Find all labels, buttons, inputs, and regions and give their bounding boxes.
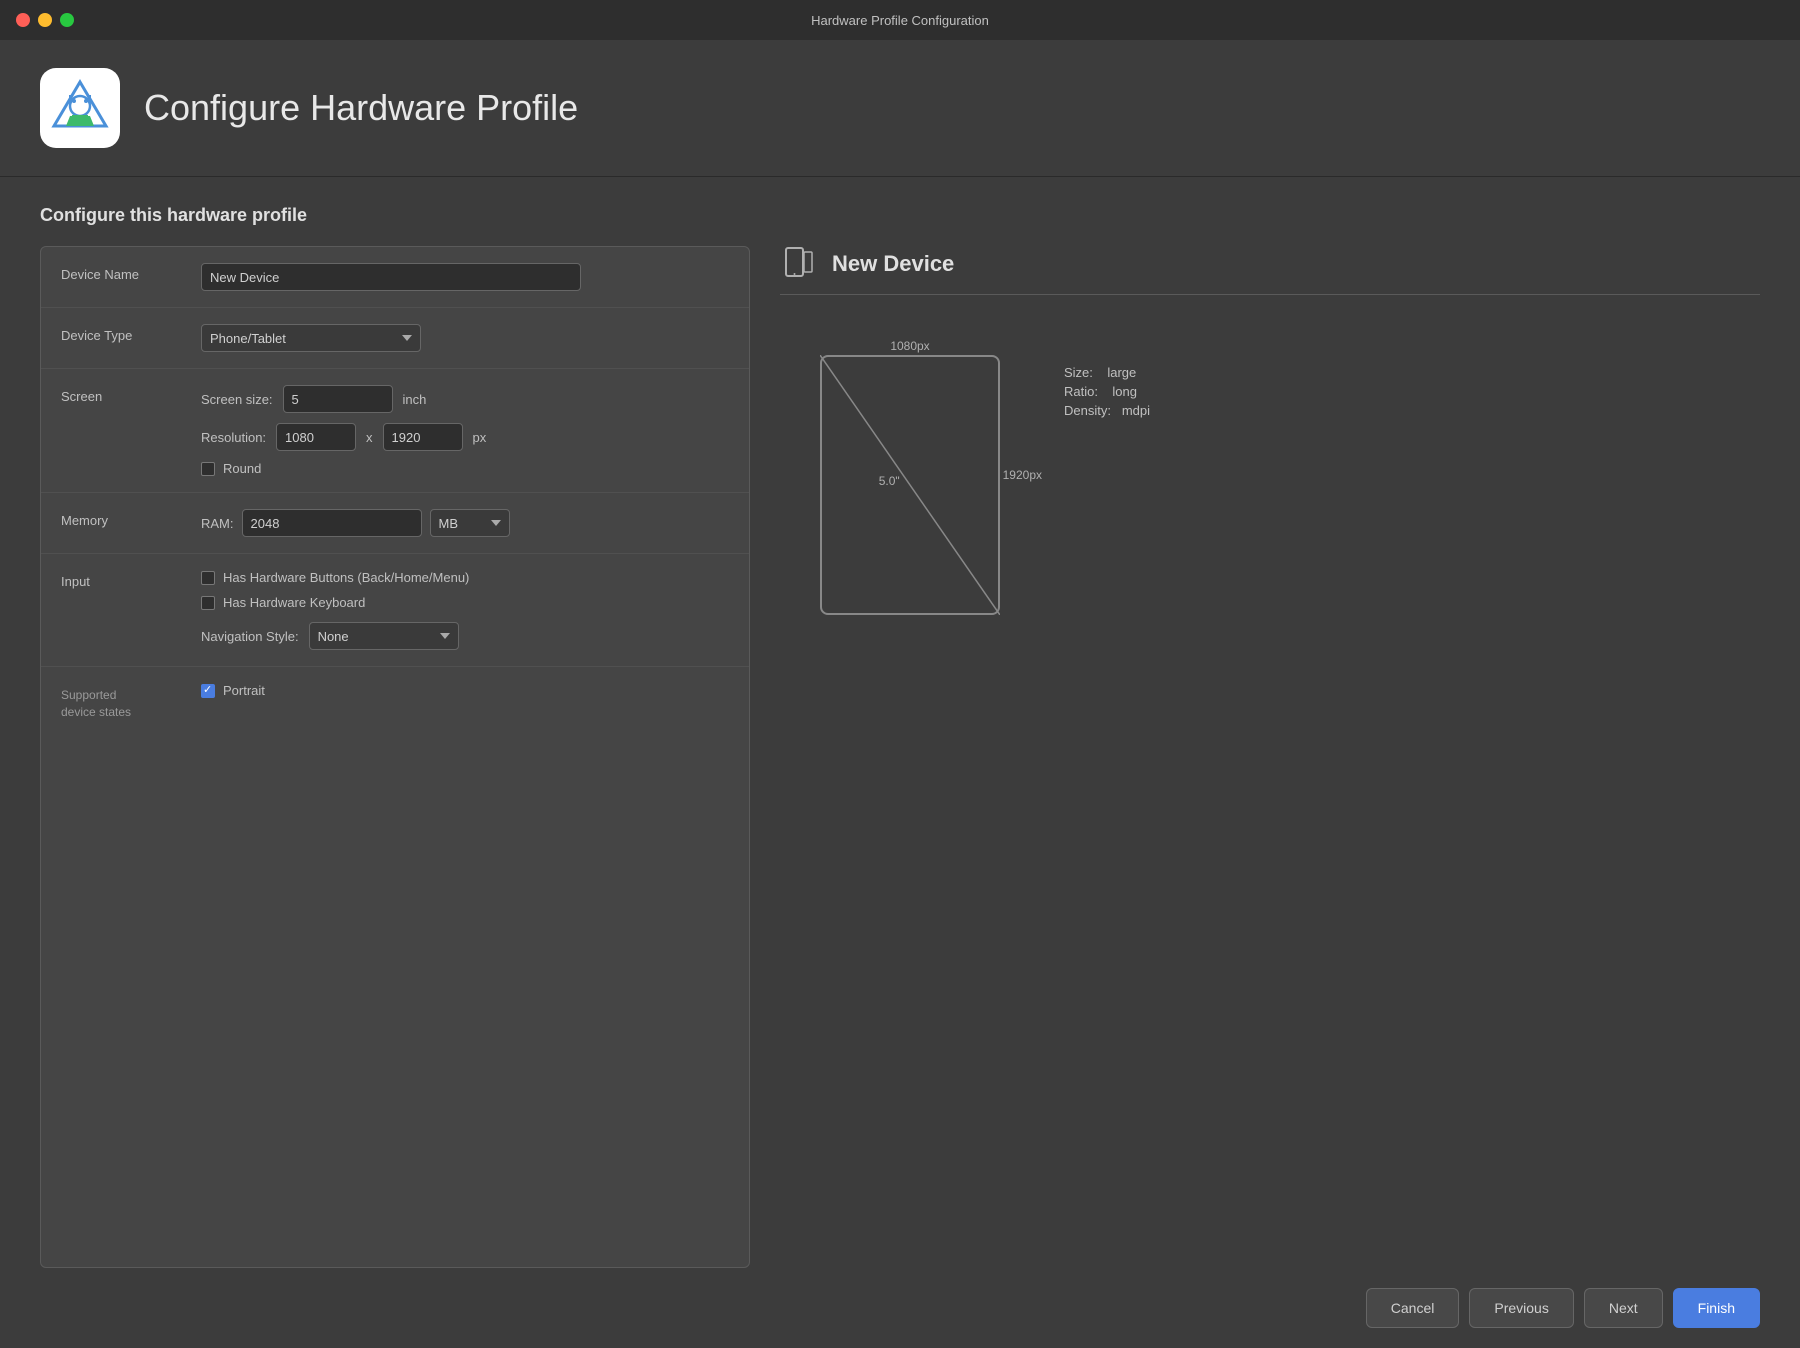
portrait-text: Portrait bbox=[223, 683, 265, 698]
hw-buttons-text: Has Hardware Buttons (Back/Home/Menu) bbox=[223, 570, 469, 585]
footer: Cancel Previous Next Finish bbox=[0, 1268, 1800, 1348]
screen-size-unit: inch bbox=[403, 392, 427, 407]
size-spec-value: large bbox=[1107, 365, 1136, 380]
center-dimension-label: 5.0" bbox=[879, 474, 900, 488]
nav-style-label: Navigation Style: bbox=[201, 629, 299, 644]
screen-row: Screen Screen size: inch Resolution: x p… bbox=[41, 369, 749, 493]
cancel-button[interactable]: Cancel bbox=[1366, 1288, 1460, 1328]
right-dimension-label: 1920px bbox=[1003, 468, 1042, 482]
device-type-controls: Phone/Tablet Android TV Wear OS Desktop … bbox=[201, 324, 729, 352]
input-label: Input bbox=[61, 570, 201, 589]
ram-label: RAM: bbox=[201, 516, 234, 531]
supported-states-controls: Portrait bbox=[201, 683, 729, 698]
hw-keyboard-checkbox[interactable] bbox=[201, 596, 215, 610]
resolution-unit: px bbox=[473, 430, 487, 445]
supported-states-text: Supporteddevice states bbox=[61, 688, 131, 719]
density-spec: Density: mdpi bbox=[1064, 403, 1150, 418]
resolution-width-input[interactable] bbox=[276, 423, 356, 451]
ram-unit-select[interactable]: MB GB bbox=[430, 509, 510, 537]
header: Configure Hardware Profile bbox=[0, 40, 1800, 177]
memory-controls: RAM: MB GB bbox=[201, 509, 729, 537]
ratio-spec: Ratio: long bbox=[1064, 384, 1150, 399]
title-bar: Hardware Profile Configuration bbox=[0, 0, 1800, 40]
hw-keyboard-text: Has Hardware Keyboard bbox=[223, 595, 365, 610]
hw-buttons-checkbox[interactable] bbox=[201, 571, 215, 585]
preview-device-icon bbox=[780, 246, 816, 282]
memory-row: Memory RAM: MB GB bbox=[41, 493, 749, 554]
screen-size-input[interactable] bbox=[283, 385, 393, 413]
round-checkbox[interactable] bbox=[201, 462, 215, 476]
supported-states-label: Supporteddevice states bbox=[61, 683, 201, 721]
device-name-controls bbox=[201, 263, 729, 291]
preview-device-name: New Device bbox=[832, 251, 954, 277]
finish-button[interactable]: Finish bbox=[1673, 1288, 1760, 1328]
input-controls: Has Hardware Buttons (Back/Home/Menu) Ha… bbox=[201, 570, 469, 650]
input-row: Input Has Hardware Buttons (Back/Home/Me… bbox=[41, 554, 749, 667]
phone-outline bbox=[820, 355, 1000, 615]
device-diagram-inner: 1080px 5.0" 1920px bbox=[780, 325, 1040, 625]
hw-buttons-label[interactable]: Has Hardware Buttons (Back/Home/Menu) bbox=[201, 570, 469, 585]
device-type-row: Device Type Phone/Tablet Android TV Wear… bbox=[41, 308, 749, 369]
device-name-label: Device Name bbox=[61, 263, 201, 282]
device-name-row: Device Name bbox=[41, 247, 749, 308]
resolution-label: Resolution: bbox=[201, 430, 266, 445]
screen-size-line: Screen size: inch bbox=[201, 385, 486, 413]
resolution-line: Resolution: x px bbox=[201, 423, 486, 451]
device-type-select[interactable]: Phone/Tablet Android TV Wear OS Desktop … bbox=[201, 324, 421, 352]
preview-specs: Size: large Ratio: long Density: mdpi bbox=[1064, 365, 1150, 418]
portrait-checkbox[interactable] bbox=[201, 684, 215, 698]
section-title: Configure this hardware profile bbox=[0, 177, 1800, 246]
device-name-input[interactable] bbox=[201, 263, 581, 291]
round-checkbox-label[interactable]: Round bbox=[201, 461, 486, 476]
android-studio-logo bbox=[50, 78, 110, 138]
top-dimension-label: 1080px bbox=[890, 339, 929, 353]
ratio-spec-value: long bbox=[1112, 384, 1137, 399]
preview-header: New Device bbox=[780, 246, 1760, 295]
window-title: Hardware Profile Configuration bbox=[811, 13, 989, 28]
screen-size-label: Screen size: bbox=[201, 392, 273, 407]
form-preview-layout: Device Name Device Type Phone/Tablet And… bbox=[0, 246, 1800, 1268]
screen-label: Screen bbox=[61, 385, 201, 404]
nav-style-select[interactable]: None D-pad Trackball Wheel bbox=[309, 622, 459, 650]
memory-label: Memory bbox=[61, 509, 201, 528]
traffic-lights bbox=[16, 13, 74, 27]
header-title: Configure Hardware Profile bbox=[144, 87, 578, 129]
next-button[interactable]: Next bbox=[1584, 1288, 1663, 1328]
hw-keyboard-label[interactable]: Has Hardware Keyboard bbox=[201, 595, 469, 610]
main-content: Configure Hardware Profile Configure thi… bbox=[0, 40, 1800, 1348]
supported-states-row: Supporteddevice states Portrait bbox=[41, 667, 749, 737]
close-button[interactable] bbox=[16, 13, 30, 27]
ram-input[interactable] bbox=[242, 509, 422, 537]
resolution-height-input[interactable] bbox=[383, 423, 463, 451]
previous-button[interactable]: Previous bbox=[1469, 1288, 1573, 1328]
device-type-label: Device Type bbox=[61, 324, 201, 343]
density-spec-value: mdpi bbox=[1122, 403, 1150, 418]
ratio-spec-label: Ratio: bbox=[1064, 384, 1098, 399]
form-panel: Device Name Device Type Phone/Tablet And… bbox=[40, 246, 750, 1268]
screen-controls: Screen size: inch Resolution: x px bbox=[201, 385, 486, 476]
round-label: Round bbox=[223, 461, 261, 476]
resolution-x: x bbox=[366, 430, 373, 445]
logo-container bbox=[40, 68, 120, 148]
size-spec-label: Size: bbox=[1064, 365, 1093, 380]
nav-style-row: Navigation Style: None D-pad Trackball W… bbox=[201, 622, 469, 650]
device-diagram: 1080px 5.0" 1920px bbox=[780, 325, 1040, 625]
preview-panel: New Device 1080px 5.0" bbox=[780, 246, 1760, 1268]
preview-area: 1080px 5.0" 1920px bbox=[780, 315, 1760, 625]
portrait-label[interactable]: Portrait bbox=[201, 683, 729, 698]
minimize-button[interactable] bbox=[38, 13, 52, 27]
maximize-button[interactable] bbox=[60, 13, 74, 27]
density-spec-label: Density: bbox=[1064, 403, 1111, 418]
size-spec: Size: large bbox=[1064, 365, 1150, 380]
round-line: Round bbox=[201, 461, 486, 476]
